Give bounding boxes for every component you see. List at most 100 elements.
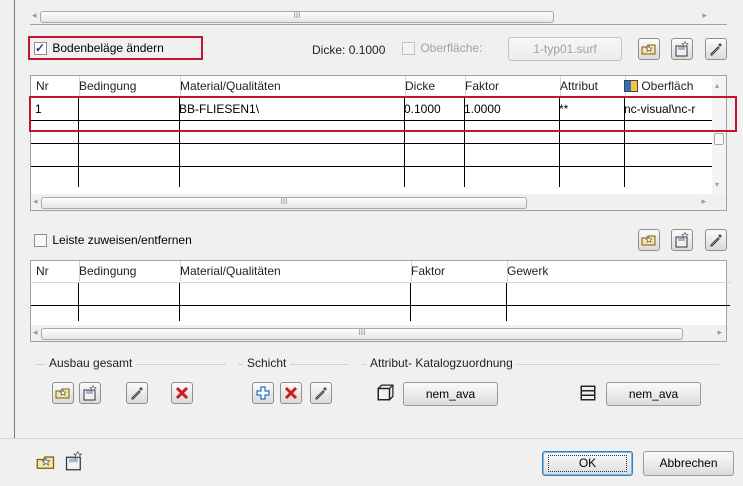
folder-star-icon (641, 235, 656, 246)
pipette-button[interactable] (705, 229, 727, 251)
empty-cell[interactable] (555, 144, 625, 167)
save-favorite-button[interactable] (671, 38, 693, 60)
empty-cell[interactable] (74, 144, 180, 167)
pipette-icon (131, 387, 143, 400)
empty-cell[interactable] (406, 283, 507, 306)
scroll-thumb[interactable]: III (41, 197, 527, 209)
nem-ava-button-right[interactable]: nem_ava (606, 382, 701, 406)
delete-x-icon (175, 386, 189, 400)
leiste-checkbox[interactable]: Leiste zuweisen/entfernen (34, 232, 192, 248)
nem-ava-button-left[interactable]: nem_ava (403, 382, 498, 406)
checkbox-box[interactable] (34, 234, 47, 248)
scroll-left-icon[interactable]: ◂ (32, 10, 37, 21)
empty-cell[interactable] (31, 167, 79, 187)
column-header-oberflaeche[interactable]: Oberfläch (620, 76, 717, 98)
column-header-bedingung[interactable]: Bedingung (74, 261, 181, 283)
pipette-icon (710, 43, 722, 56)
empty-cell[interactable] (74, 283, 180, 306)
empty-cell[interactable] (31, 283, 79, 306)
empty-cell[interactable] (460, 144, 560, 167)
empty-cell[interactable] (400, 167, 465, 187)
ausbau-delete-button[interactable] (171, 382, 193, 404)
group-label-schicht: Schicht (243, 356, 291, 370)
pipette-button[interactable] (705, 38, 727, 60)
empty-cell[interactable] (74, 306, 180, 321)
ausbau-save-favorite-button[interactable] (79, 382, 101, 404)
empty-cell[interactable] (502, 283, 730, 306)
open-favorite-button[interactable] (638, 229, 660, 251)
leiste-label: Leiste zuweisen/entfernen (52, 233, 192, 247)
schicht-pipette-button[interactable] (310, 382, 332, 404)
empty-cell[interactable] (555, 167, 625, 187)
column-header-attribut[interactable]: Attribut (555, 76, 626, 98)
oberflaeche-label: Oberfläche: (420, 41, 483, 55)
surface-grid-icon (624, 80, 638, 92)
save-favorite-button[interactable] (671, 229, 693, 251)
empty-cell[interactable] (502, 306, 730, 321)
ausbau-open-favorite-button[interactable] (52, 382, 74, 404)
oberflaeche-checkbox[interactable]: Oberfläche: (402, 40, 482, 56)
empty-cell[interactable] (620, 144, 717, 167)
scroll-left-icon[interactable]: ◂ (33, 327, 38, 338)
scroll-thumb[interactable]: III (41, 328, 683, 340)
dialog-left-edge (14, 0, 15, 438)
column-header-material[interactable]: Material/Qualitäten (175, 76, 406, 98)
open-favorite-button[interactable] (638, 38, 660, 60)
column-header-nr[interactable]: Nr (31, 76, 80, 98)
column-header-faktor[interactable]: Faktor (460, 76, 561, 98)
scroll-thumb[interactable]: III (40, 11, 554, 23)
scroll-down-icon[interactable]: ▾ (715, 180, 719, 189)
vertical-scroll-thumb[interactable] (714, 133, 724, 145)
scroll-up-icon[interactable]: ▴ (715, 81, 719, 90)
save-star-icon (65, 450, 83, 471)
vertical-scrollbar[interactable]: ▴ ▾ (712, 76, 726, 194)
plus-icon (256, 386, 270, 400)
scroll-left-icon[interactable]: ◂ (33, 196, 38, 207)
checkbox-box[interactable] (402, 42, 415, 56)
dicke-label: Dicke: (312, 43, 346, 57)
folder-star-icon (641, 44, 656, 55)
schicht-add-button[interactable] (252, 382, 274, 404)
column-header-bedingung[interactable]: Bedingung (74, 76, 181, 98)
empty-cell[interactable] (175, 144, 405, 167)
surface-file-button[interactable]: 1-typ01.surf (508, 37, 622, 61)
column-header-dicke[interactable]: Dicke (400, 76, 466, 98)
cancel-button[interactable]: Abbrechen (643, 451, 734, 476)
top-horizontal-scrollbar[interactable]: ◂ III ▸ (30, 8, 727, 24)
checkbox-box[interactable] (34, 40, 47, 56)
scroll-right-icon[interactable]: ▸ (702, 10, 707, 21)
empty-cell[interactable] (175, 283, 411, 306)
table-horizontal-scrollbar[interactable]: ◂ III ▸ (31, 325, 726, 341)
column-header-nr[interactable]: Nr (31, 261, 80, 283)
empty-cell[interactable] (175, 167, 405, 187)
save-star-icon (675, 41, 689, 57)
footer-open-favorite-button[interactable] (36, 452, 56, 472)
highlight-box-row (29, 96, 737, 132)
ok-button[interactable]: OK (542, 451, 633, 476)
empty-cell[interactable] (74, 167, 180, 187)
floor-layers-icon (579, 384, 597, 402)
empty-cell[interactable] (31, 306, 79, 321)
footer-save-favorite-button[interactable] (64, 450, 84, 471)
schicht-delete-button[interactable] (280, 382, 302, 404)
group-label-ausbau: Ausbau gesamt (45, 356, 137, 370)
empty-cell[interactable] (406, 306, 507, 321)
empty-cell[interactable] (460, 167, 560, 187)
column-header-material[interactable]: Material/Qualitäten (175, 261, 412, 283)
scroll-grip: III (293, 11, 301, 20)
column-header-faktor[interactable]: Faktor (406, 261, 508, 283)
ausbau-pipette-button[interactable] (126, 382, 148, 404)
empty-cell[interactable] (175, 306, 411, 321)
bodenbelaege-label: Bodenbeläge ändern (52, 41, 164, 55)
bodenbelaege-checkbox[interactable]: Bodenbeläge ändern (34, 40, 164, 56)
empty-cell[interactable] (400, 144, 465, 167)
scroll-right-icon[interactable]: ▸ (701, 196, 706, 207)
column-header-gewerk[interactable]: Gewerk (502, 261, 731, 283)
scroll-right-icon[interactable]: ▸ (717, 327, 722, 338)
save-star-icon (675, 232, 689, 248)
table-horizontal-scrollbar[interactable]: ◂ III ▸ (31, 194, 726, 210)
delete-x-icon (284, 386, 298, 400)
empty-cell[interactable] (31, 144, 79, 167)
empty-cell[interactable] (620, 167, 717, 187)
dicke-value: 0.1000 (348, 43, 386, 57)
